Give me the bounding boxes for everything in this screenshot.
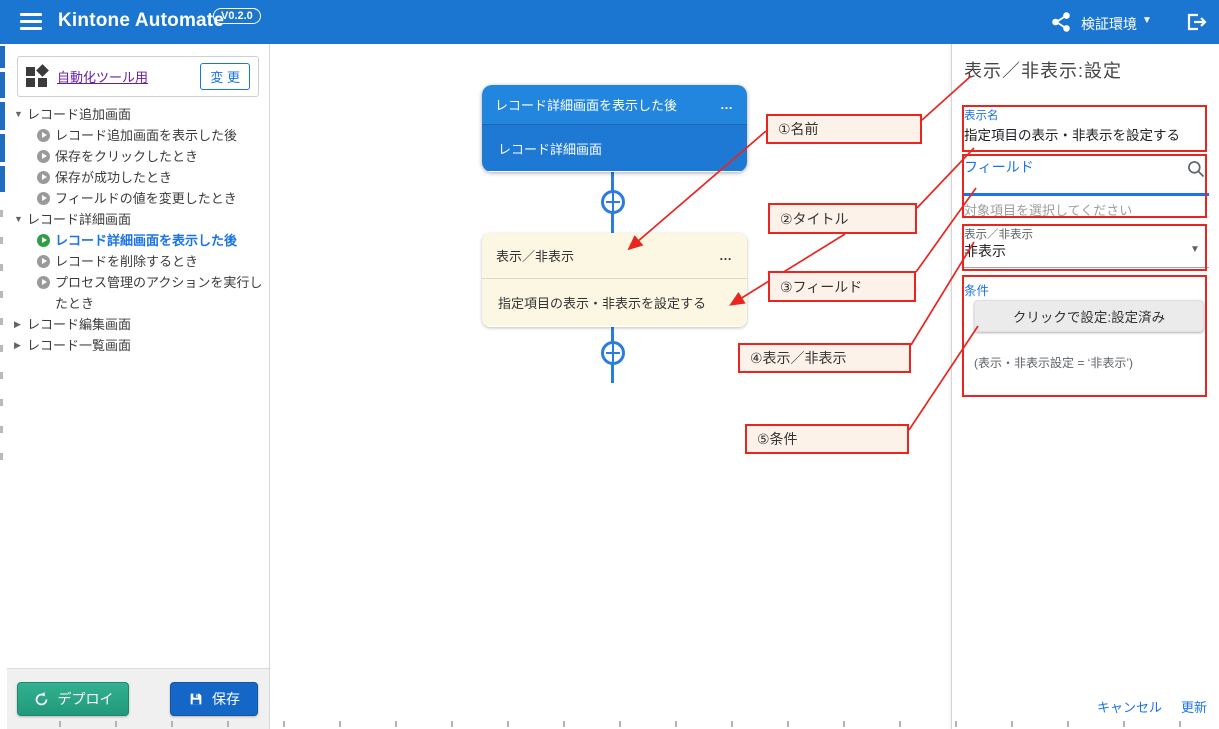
hamburger-menu-icon[interactable] — [20, 13, 42, 30]
sidebar-item-save-clicked[interactable]: 保存をクリックしたとき — [7, 146, 269, 167]
caret-right-icon: ▶ — [14, 335, 21, 356]
callout-field: ③フィールド — [768, 271, 916, 302]
environment-selector[interactable]: 検証環境 — [1081, 14, 1137, 34]
action-node-body: 指定項目の表示・非表示を設定する — [482, 279, 747, 326]
sidebar-item-detail-shown[interactable]: レコード詳細画面を表示した後 — [7, 230, 269, 251]
share-icon[interactable] — [1050, 11, 1072, 33]
sidebar-footer: デプロイ 保存 — [7, 668, 269, 729]
event-play-icon — [37, 276, 50, 289]
condition-expression: (表示・非表示設定 = ‘非表示’) — [974, 354, 1133, 371]
tree-item-label: レコード詳細画面を表示した後 — [55, 233, 237, 248]
tree-group-label: レコード追加画面 — [27, 107, 131, 122]
callout-label: ⑤条件 — [757, 429, 798, 449]
settings-panel: 表示／非表示:設定 表示名 指定項目の表示・非表示を設定する フィールド 対象項… — [951, 44, 1219, 729]
action-node[interactable]: 表示／非表示 … 指定項目の表示・非表示を設定する — [482, 233, 747, 327]
event-play-icon-active — [37, 234, 50, 247]
action-node-header: 表示／非表示 … — [482, 233, 747, 279]
action-node-subtitle: 指定項目の表示・非表示を設定する — [498, 293, 706, 312]
sidebar-item-record-delete[interactable]: レコードを削除するとき — [7, 251, 269, 272]
cancel-button[interactable]: キャンセル — [1097, 697, 1162, 716]
sync-icon — [33, 691, 50, 708]
tree-group-label: レコード詳細画面 — [27, 212, 131, 227]
kintone-automate-app: Kintone Automate V0.2.0 検証環境 ▼ — [0, 0, 1219, 729]
panel-title: 表示／非表示:設定 — [964, 57, 1122, 83]
callout-label: ②タイトル — [780, 209, 849, 229]
tree-group-label: レコード一覧画面 — [27, 338, 131, 353]
trigger-node-subtitle: レコード詳細画面 — [498, 139, 602, 158]
app-name-link[interactable]: 自動化ツール用 — [57, 67, 148, 86]
deploy-button[interactable]: デプロイ — [17, 682, 129, 716]
callout-label: ③フィールド — [780, 277, 862, 297]
app-selector-box: 自動化ツール用 変 更 — [17, 56, 259, 97]
floppy-disk-icon — [188, 691, 204, 707]
save-button[interactable]: 保存 — [170, 682, 258, 716]
window-edge-artifact — [0, 44, 6, 729]
deploy-button-label: デプロイ — [58, 689, 114, 709]
sidebar-item-process-action[interactable]: プロセス管理のアクションを実行したとき — [7, 272, 269, 314]
tree-item-label: 保存が成功したとき — [55, 170, 172, 185]
condition-set-button[interactable]: クリックで設定:設定済み — [974, 300, 1204, 332]
add-step-button[interactable] — [601, 190, 625, 214]
sidebar-item-add-shown[interactable]: レコード追加画面を表示した後 — [7, 125, 269, 146]
visibility-select[interactable]: 非表示 — [964, 241, 1006, 261]
event-play-icon — [37, 150, 50, 163]
callout-title: ②タイトル — [768, 203, 917, 234]
tree-group-label: レコード編集画面 — [27, 317, 131, 332]
field-label: フィールド — [964, 157, 1034, 177]
callout-name: ①名前 — [766, 114, 922, 144]
callout-visibility: ④表示／非表示 — [738, 343, 911, 373]
sidebar-item-save-success[interactable]: 保存が成功したとき — [7, 167, 269, 188]
change-app-button[interactable]: 変 更 — [200, 63, 250, 90]
event-play-icon — [37, 255, 50, 268]
tree-item-label: 保存をクリックしたとき — [55, 149, 198, 164]
caret-right-icon: ▶ — [14, 314, 21, 335]
trigger-node-body: レコード詳細画面 — [482, 125, 747, 171]
caret-down-icon[interactable]: ▼ — [1142, 15, 1152, 26]
sidebar-group-record-list[interactable]: ▶ レコード一覧画面 — [7, 335, 269, 356]
logout-icon[interactable] — [1184, 10, 1208, 34]
app-header: Kintone Automate V0.2.0 検証環境 ▼ — [0, 0, 1219, 44]
display-name-label: 表示名 — [964, 107, 999, 123]
event-tree: ▼ レコード追加画面 レコード追加画面を表示した後 保存をクリックしたとき 保存… — [7, 104, 269, 356]
field-input-underline — [963, 193, 1209, 196]
trigger-node-title: レコード詳細画面を表示した後 — [495, 95, 677, 114]
callout-label: ①名前 — [778, 119, 819, 139]
visibility-underline — [963, 267, 1209, 268]
event-play-icon — [37, 171, 50, 184]
node-menu-icon[interactable]: … — [719, 248, 733, 263]
action-node-title: 表示／非表示 — [496, 246, 574, 265]
sidebar: 自動化ツール用 変 更 ▼ レコード追加画面 レコード追加画面を表示した後 保存… — [7, 44, 270, 729]
search-icon[interactable] — [1186, 159, 1206, 179]
tree-item-label: レコードを削除するとき — [55, 254, 198, 269]
event-play-icon — [37, 129, 50, 142]
event-play-icon — [37, 192, 50, 205]
condition-label: 条件 — [964, 280, 989, 299]
sidebar-item-field-changed[interactable]: フィールドの値を変更したとき — [7, 188, 269, 209]
save-button-label: 保存 — [212, 689, 240, 709]
display-name-value[interactable]: 指定項目の表示・非表示を設定する — [964, 124, 1180, 144]
caret-down-icon: ▼ — [14, 209, 23, 230]
kintone-app-icon — [26, 66, 48, 88]
field-input-placeholder[interactable]: 対象項目を選択してください — [964, 200, 1132, 219]
node-menu-icon[interactable]: … — [720, 97, 734, 112]
tree-item-label: フィールドの値を変更したとき — [55, 191, 237, 206]
sidebar-group-record-add[interactable]: ▼ レコード追加画面 — [7, 104, 269, 125]
sidebar-group-record-edit[interactable]: ▶ レコード編集画面 — [7, 314, 269, 335]
app-title: Kintone Automate — [58, 10, 224, 32]
trigger-node-header: レコード詳細画面を表示した後 … — [482, 85, 747, 125]
caret-down-icon: ▼ — [14, 104, 23, 125]
sidebar-group-record-detail[interactable]: ▼ レコード詳細画面 — [7, 209, 269, 230]
tree-item-label: レコード追加画面を表示した後 — [55, 128, 237, 143]
caret-down-icon[interactable]: ▼ — [1190, 244, 1200, 255]
tree-item-label: プロセス管理のアクションを実行したとき — [55, 275, 262, 311]
version-badge: V0.2.0 — [213, 8, 261, 24]
callout-condition: ⑤条件 — [745, 424, 909, 454]
trigger-node[interactable]: レコード詳細画面を表示した後 … レコード詳細画面 — [482, 85, 747, 172]
update-button[interactable]: 更新 — [1181, 697, 1207, 716]
visibility-label: 表示／非表示 — [964, 226, 1033, 242]
callout-label: ④表示／非表示 — [750, 348, 847, 368]
add-step-button[interactable] — [601, 341, 625, 365]
